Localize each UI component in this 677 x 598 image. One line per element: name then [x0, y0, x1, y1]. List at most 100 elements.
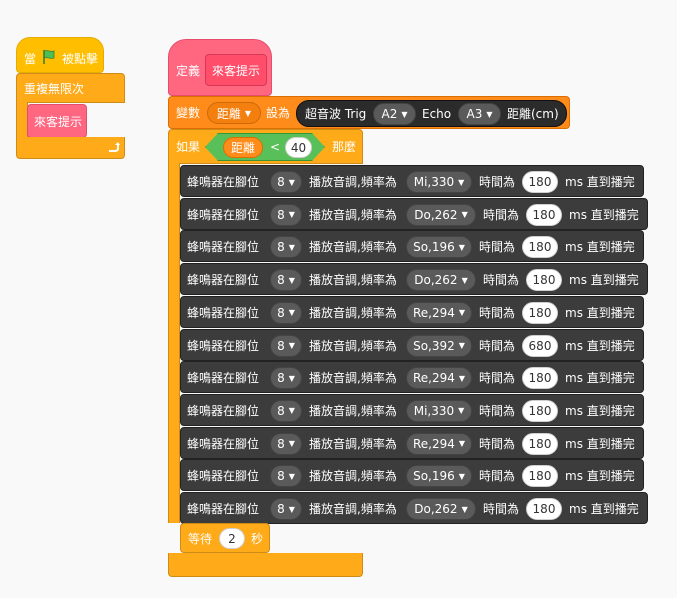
buzzer-prefix: 蜂鳴器在腳位: [187, 338, 260, 353]
chevron-down-icon: ▼: [288, 406, 295, 416]
ultrasonic-label: 超音波 Trig: [305, 107, 367, 121]
buzzer-play-tone-block-6[interactable]: 蜂鳴器在腳位 8 ▼ 播放音調,頻率為 So,392 ▼ 時間為 680 ms 直到…: [180, 328, 644, 361]
buzzer-duration-input[interactable]: 180: [522, 399, 558, 422]
buzzer-suffix: ms 直到播完: [565, 338, 635, 353]
buzzer-play-tone-block-4[interactable]: 蜂鳴器在腳位 8 ▼ 播放音調,頻率為 Do,262 ▼ 時間為 180 ms 直到…: [180, 263, 648, 296]
wait-block[interactable]: 等待 2 秒: [180, 523, 270, 553]
buzzer-suffix: ms 直到播完: [565, 175, 635, 189]
buzzer-play-tone-block-3[interactable]: 蜂鳴器在腳位 8 ▼ 播放音調,頻率為 So,196 ▼ 時間為 180 ms 直到…: [180, 230, 644, 263]
define-label: 定義: [176, 64, 201, 78]
buzzer-tone-dropdown[interactable]: Re,294 ▼: [406, 301, 472, 324]
when-flag-clicked-block[interactable]: 當 被點擊: [16, 37, 104, 73]
trig-pin-dropdown[interactable]: A2 ▼: [373, 103, 416, 125]
set-to-label: 設為: [266, 106, 291, 120]
wait-seconds-input[interactable]: 2: [219, 528, 245, 549]
call-label: 來客提示: [34, 115, 83, 129]
chevron-down-icon: ▼: [401, 109, 408, 119]
buzzer-time-label: 時間為: [483, 502, 520, 516]
buzzer-pin-dropdown[interactable]: 8 ▼: [270, 432, 302, 455]
echo-pin-dropdown[interactable]: A3 ▼: [458, 103, 501, 125]
buzzer-pin-dropdown[interactable]: 8 ▼: [270, 236, 302, 259]
buzzer-play-tone-block-9[interactable]: 蜂鳴器在腳位 8 ▼ 播放音調,頻率為 Re,294 ▼ 時間為 180 ms 直到…: [180, 426, 644, 459]
buzzer-freq-label: 播放音調,頻率為: [309, 338, 397, 353]
buzzer-pin-dropdown[interactable]: 8 ▼: [270, 269, 302, 292]
buzzer-freq-label: 播放音調,頻率為: [309, 436, 397, 451]
buzzer-time-label: 時間為: [479, 240, 516, 255]
buzzer-duration-input[interactable]: 180: [522, 301, 558, 324]
buzzer-suffix: ms 直到播完: [565, 371, 635, 386]
chevron-down-icon: ▼: [288, 504, 295, 514]
buzzer-duration-input[interactable]: 180: [522, 367, 558, 390]
buzzer-play-tone-block-8[interactable]: 蜂鳴器在腳位 8 ▼ 播放音調,頻率為 Mi,330 ▼ 時間為 180 ms 直到…: [180, 393, 644, 426]
buzzer-play-tone-block-2[interactable]: 蜂鳴器在腳位 8 ▼ 播放音調,頻率為 Do,262 ▼ 時間為 180 ms 直到…: [180, 197, 648, 230]
forever-block[interactable]: 重複無限次: [16, 73, 125, 103]
buzzer-duration-input[interactable]: 180: [522, 236, 558, 259]
buzzer-time-label: 時間為: [483, 207, 520, 222]
chevron-down-icon: ▼: [461, 210, 468, 220]
buzzer-play-tone-block-1[interactable]: 蜂鳴器在腳位 8 ▼ 播放音調,頻率為 Mi,330 ▼ 時間為 180 ms 直到…: [180, 165, 644, 197]
forever-label: 重複無限次: [24, 82, 85, 96]
buzzer-play-tone-block-10[interactable]: 蜂鳴器在腳位 8 ▼ 播放音調,頻率為 So,196 ▼ 時間為 180 ms 直到…: [180, 459, 644, 492]
buzzer-prefix: 蜂鳴器在腳位: [187, 469, 260, 484]
buzzer-pin-dropdown[interactable]: 8 ▼: [270, 465, 302, 488]
buzzer-prefix: 蜂鳴器在腳位: [187, 371, 260, 386]
set-variable-block[interactable]: 變數 距離 ▼ 設為 超音波 Trig A2 ▼ Echo A3 ▼ 距離(cm): [168, 96, 570, 129]
chevron-down-icon: ▼: [458, 471, 465, 481]
ultrasonic-reporter[interactable]: 超音波 Trig A2 ▼ Echo A3 ▼ 距離(cm): [296, 100, 567, 127]
buzzer-suffix: ms 直到播完: [569, 207, 639, 222]
buzzer-time-label: 時間為: [479, 403, 516, 418]
variable-dropdown[interactable]: 距離 ▼: [207, 102, 261, 124]
buzzer-pin-dropdown[interactable]: 8 ▼: [270, 367, 302, 390]
buzzer-tone-dropdown[interactable]: Mi,330 ▼: [406, 399, 472, 422]
if-label: 如果: [176, 140, 201, 154]
buzzer-duration-input[interactable]: 180: [526, 203, 562, 226]
cond-value-input[interactable]: 40: [285, 137, 312, 158]
buzzer-pin-dropdown[interactable]: 8 ▼: [270, 334, 302, 357]
wait-label: 等待: [188, 532, 213, 546]
buzzer-time-label: 時間為: [479, 175, 516, 189]
buzzer-duration-input[interactable]: 180: [522, 432, 558, 455]
buzzer-duration-input[interactable]: 180: [526, 498, 562, 520]
define-name: 來客提示: [212, 64, 261, 78]
buzzer-tone-dropdown[interactable]: So,196 ▼: [406, 465, 472, 488]
buzzer-duration-input[interactable]: 180: [522, 465, 558, 488]
buzzer-duration-input[interactable]: 180: [522, 171, 558, 193]
buzzer-tone-dropdown[interactable]: Do,262 ▼: [406, 203, 476, 226]
buzzer-suffix: ms 直到播完: [565, 436, 635, 451]
chevron-down-icon: ▼: [288, 308, 295, 318]
define-name-block[interactable]: 來客提示: [205, 54, 267, 86]
buzzer-time-label: 時間為: [479, 305, 516, 320]
buzzer-duration-input[interactable]: 180: [526, 269, 562, 292]
buzzer-tone-dropdown[interactable]: So,196 ▼: [406, 236, 472, 259]
buzzer-pin-dropdown[interactable]: 8 ▼: [270, 171, 302, 193]
buzzer-freq-label: 播放音調,頻率為: [309, 469, 397, 484]
chevron-down-icon: ▼: [288, 341, 295, 350]
buzzer-pin-dropdown[interactable]: 8 ▼: [270, 301, 302, 324]
call-custom-block[interactable]: 來客提示: [27, 104, 87, 138]
buzzer-tone-dropdown[interactable]: Re,294 ▼: [406, 367, 472, 390]
buzzer-time-label: 時間為: [479, 371, 516, 386]
less-than-operator[interactable]: 距離 < 40: [205, 133, 325, 161]
buzzer-tone-dropdown[interactable]: Re,294 ▼: [406, 432, 472, 455]
buzzer-play-tone-block-7[interactable]: 蜂鳴器在腳位 8 ▼ 播放音調,頻率為 Re,294 ▼ 時間為 180 ms 直到…: [180, 361, 644, 394]
buzzer-pin-dropdown[interactable]: 8 ▼: [270, 399, 302, 422]
buzzer-pin-dropdown[interactable]: 8 ▼: [270, 203, 302, 226]
distance-variable-reporter[interactable]: 距離: [223, 137, 263, 158]
if-block[interactable]: 如果 距離 < 40 那麼: [168, 129, 363, 164]
chevron-down-icon: ▼: [288, 471, 295, 481]
buzzer-tone-dropdown[interactable]: Mi,330 ▼: [406, 171, 472, 193]
define-custom-block[interactable]: 定義 來客提示: [168, 39, 272, 96]
buzzer-tone-dropdown[interactable]: Do,262 ▼: [406, 498, 476, 520]
buzzer-tone-dropdown[interactable]: Do,262 ▼: [406, 269, 476, 292]
buzzer-play-tone-block-5[interactable]: 蜂鳴器在腳位 8 ▼ 播放音調,頻率為 Re,294 ▼ 時間為 180 ms 直到…: [180, 295, 644, 328]
set-label: 變數: [176, 106, 201, 120]
buzzer-pin-dropdown[interactable]: 8 ▼: [270, 498, 302, 520]
then-label: 那麼: [332, 140, 357, 154]
buzzer-play-tone-block-11[interactable]: 蜂鳴器在腳位 8 ▼ 播放音調,頻率為 Do,262 ▼ 時間為 180 ms 直到…: [180, 492, 648, 524]
buzzer-prefix: 蜂鳴器在腳位: [187, 403, 260, 418]
chevron-down-icon: ▼: [486, 109, 493, 119]
buzzer-duration-input[interactable]: 680: [522, 334, 558, 357]
buzzer-tone-dropdown[interactable]: So,392 ▼: [406, 334, 472, 357]
buzzer-suffix: ms 直到播完: [565, 469, 635, 484]
buzzer-suffix: ms 直到播完: [565, 240, 635, 255]
